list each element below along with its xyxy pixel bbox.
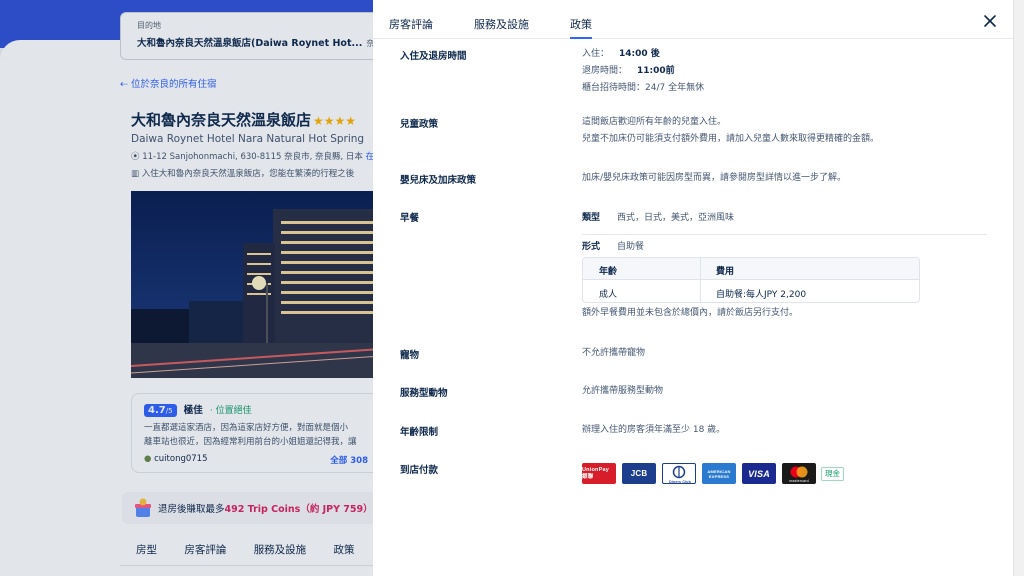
- age-text: 辦理入住的房客須年滿至少 18 歲。: [582, 425, 726, 435]
- breakfast-format-label: 形式: [582, 242, 601, 252]
- breakfast-type-label: 類型: [582, 213, 601, 223]
- checkout-value: 11:00前: [637, 66, 675, 76]
- children-line-2: 兒童不加床仍可能須支付額外費用，請加入兒童人數來取得更精確的金額。: [582, 134, 880, 144]
- age-section-title: 年齡限制: [400, 427, 439, 438]
- close-icon[interactable]: [982, 13, 998, 29]
- breakfast-section-title: 早餐: [400, 213, 420, 224]
- jcb-label: JCB: [630, 469, 648, 478]
- breakfast-note: 額外早餐費用並未包含於總價內，請於飯店另行支付。: [582, 308, 799, 318]
- children-section-title: 兒童政策: [400, 119, 439, 130]
- payment-section-title: 到店付款: [400, 465, 439, 476]
- children-line-1: 這間飯店歡迎所有年齡的兒童入住。: [582, 117, 727, 127]
- checkin-section-title: 入住及退房時間: [400, 51, 467, 62]
- scrollbar[interactable]: [1013, 0, 1024, 576]
- diners-label: Diners Club: [669, 480, 691, 484]
- breakfast-fee-table: 年齡 費用 成人 自助餐:每人JPY 2,200: [582, 257, 920, 303]
- beds-text: 加床/嬰兒床政策可能因房型而異，請參閱房型詳情以進一步了解。: [582, 173, 847, 183]
- breakfast-type-value: 西式，日式，美式，亞洲風味: [617, 213, 735, 223]
- cash-badge: 現金: [821, 467, 844, 481]
- front-desk-hours: 櫃台招待時間：24/7 全年無休: [582, 83, 705, 93]
- table-header: [583, 258, 919, 280]
- pets-text: 不允許攜帶寵物: [582, 348, 646, 358]
- jcb-card-icon: JCB: [622, 463, 656, 484]
- mastercard-card-icon: mastercard: [782, 463, 816, 484]
- checkin-time: 入住： 14:00 後: [582, 46, 704, 63]
- table-cell-age: 成人: [599, 290, 618, 300]
- panel-tabs: 房客評論 服務及設施 政策: [373, 0, 1013, 39]
- pets-section-title: 寵物: [400, 350, 420, 361]
- amex-card-icon: AMERICAN EXPRESS: [702, 463, 736, 484]
- diners-club-card-icon: Diners Club: [662, 463, 696, 484]
- tab-reviews[interactable]: 房客評論: [389, 16, 433, 32]
- checkin-details: 入住： 14:00 後 退房時間： 11:00前 櫃台招待時間：24/7 全年無休: [582, 46, 704, 97]
- divider: [582, 234, 987, 235]
- visa-card-icon: VISA: [742, 463, 776, 484]
- unionpay-label: UnionPay 銀聯: [582, 466, 609, 480]
- table-column-divider: [700, 258, 701, 302]
- service-animals-text: 允許攜帶服務型動物: [582, 386, 664, 396]
- tab-facilities[interactable]: 服務及設施: [474, 16, 529, 32]
- table-header-fee: 費用: [716, 267, 735, 277]
- policy-panel: 房客評論 服務及設施 政策 入住及退房時間 入住： 14:00 後 退房時間： 11…: [373, 0, 1013, 576]
- breakfast-format-value: 自助餐: [617, 242, 645, 252]
- table-cell-fee: 自助餐:每人JPY 2,200: [716, 290, 807, 300]
- beds-section-title: 嬰兒床及加床政策: [400, 175, 477, 186]
- checkin-label: 入住：: [582, 49, 610, 59]
- checkin-value: 14:00 後: [619, 49, 660, 59]
- mastercard-label: mastercard: [789, 479, 809, 483]
- unionpay-card-icon: UnionPay 銀聯: [582, 463, 616, 484]
- children-details: 這間飯店歡迎所有年齡的兒童入住。 兒童不加床仍可能須支付額外費用，請加入兒童人數…: [582, 114, 879, 148]
- checkout-time: 退房時間： 11:00前: [582, 63, 704, 80]
- service-animals-section-title: 服務型動物: [400, 388, 448, 399]
- tab-policies[interactable]: 政策: [570, 16, 592, 39]
- table-header-age: 年齡: [599, 267, 618, 277]
- amex-label: AMERICAN EXPRESS: [707, 468, 731, 479]
- checkout-label: 退房時間：: [582, 66, 628, 76]
- visa-label: VISA: [748, 468, 770, 479]
